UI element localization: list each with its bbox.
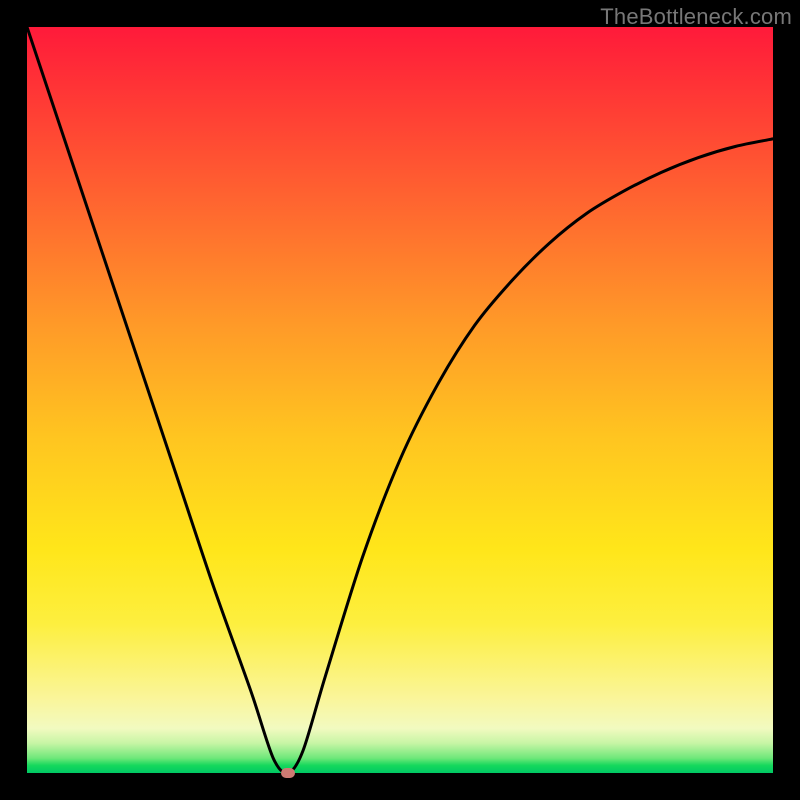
chart-plot-area bbox=[27, 27, 773, 773]
bottleneck-curve bbox=[27, 27, 773, 773]
watermark-label: TheBottleneck.com bbox=[600, 4, 792, 30]
optimum-marker bbox=[281, 768, 295, 778]
